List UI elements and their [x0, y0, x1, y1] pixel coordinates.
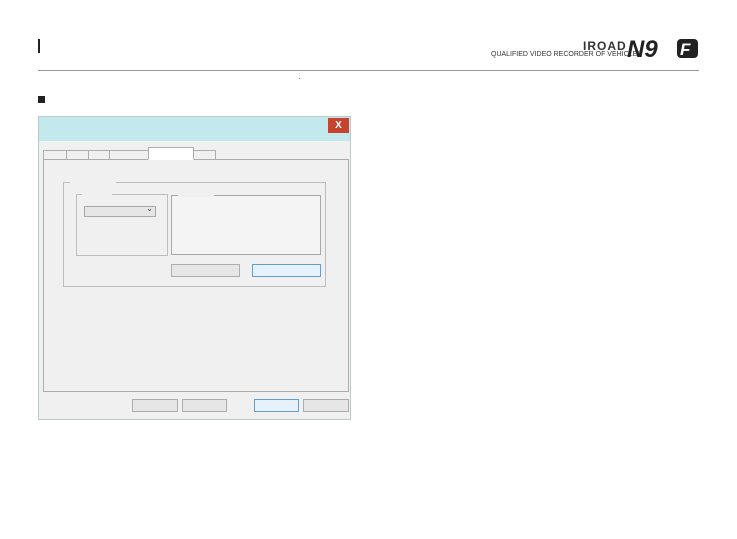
selection-group — [76, 193, 168, 256]
ok-button[interactable] — [254, 399, 299, 412]
brand-tagline: QUALIFIED VIDEO RECORDER OF VEHICLES — [491, 51, 642, 58]
item-list-label — [178, 194, 214, 197]
settings-group-label — [70, 181, 116, 184]
selection-group-label — [82, 193, 112, 196]
chevron-down-icon: ⌄ — [146, 204, 153, 213]
n9f-logo-icon: N9 F — [627, 36, 698, 60]
tab-6[interactable] — [193, 150, 216, 159]
list-action-button[interactable] — [171, 264, 240, 277]
settings-dialog: X ⌄ — [38, 116, 351, 420]
page-dot — [299, 78, 300, 79]
section-bullet-icon — [38, 96, 45, 103]
bottom-button-1[interactable] — [132, 399, 178, 412]
cancel-button[interactable] — [303, 399, 349, 412]
header-divider — [38, 70, 699, 71]
dialog-titlebar[interactable]: X — [39, 117, 350, 141]
tab-3[interactable] — [88, 150, 110, 159]
tab-4[interactable] — [109, 150, 149, 159]
svg-text:N9: N9 — [627, 36, 658, 60]
option-dropdown[interactable]: ⌄ — [84, 204, 156, 217]
tab-1[interactable] — [43, 150, 67, 159]
item-list[interactable] — [171, 194, 321, 255]
close-button[interactable]: X — [328, 118, 349, 133]
bottom-button-2[interactable] — [182, 399, 227, 412]
header-accent-bar — [38, 39, 40, 53]
tab-2[interactable] — [66, 150, 89, 159]
list-primary-button[interactable] — [252, 264, 321, 277]
tab-5[interactable] — [148, 147, 194, 160]
svg-text:F: F — [680, 40, 691, 59]
